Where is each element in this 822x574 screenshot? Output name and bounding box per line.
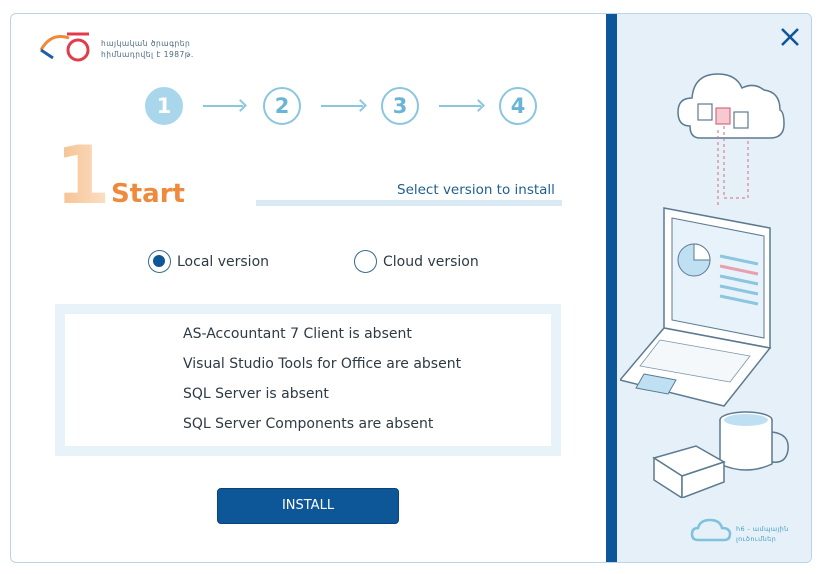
tagline-line-1: հայկական ծրագրեր [101, 39, 191, 48]
installer-window: հայկական ծրագրեր հիմնադրվել է 1987թ. 1 2… [10, 13, 812, 563]
install-button[interactable]: INSTALL [217, 488, 399, 524]
step-1: 1 [145, 87, 183, 125]
footer-line-2: լուծումներ [736, 535, 777, 543]
local-version-radio[interactable]: Local version [148, 250, 269, 273]
step-3: 3 [381, 87, 419, 125]
tagline-line-2: հիմնադրվել է 1987թ. [101, 50, 194, 59]
step-arrow-icon [439, 105, 481, 107]
component-status-list: AS-Accountant 7 Client is absent Visual … [65, 314, 551, 446]
company-logo [39, 32, 90, 62]
status-line: AS-Accountant 7 Client is absent [183, 326, 412, 342]
radio-unselected-icon[interactable] [354, 250, 377, 273]
local-version-label: Local version [177, 253, 270, 270]
sidebar-panel: հ6 - ամպային լուծումներ [606, 14, 811, 562]
status-line: SQL Server Components are absent [183, 416, 434, 432]
footer-prefix: հ6 - [736, 525, 751, 533]
step-number: 1 [55, 129, 111, 222]
sidebar-stripe [606, 14, 617, 562]
step-2: 2 [263, 87, 301, 125]
footer-line-1: ամպային [752, 525, 789, 533]
step-arrow-icon [321, 105, 363, 107]
cloud-version-label: Cloud version [383, 253, 479, 270]
step-title: Start [111, 179, 185, 209]
component-status-panel: AS-Accountant 7 Client is absent Visual … [55, 304, 561, 456]
close-icon[interactable] [779, 26, 801, 48]
step-arrow-icon [203, 105, 243, 107]
company-tagline: հայկական ծրագրեր հիմնադրվել է 1987թ. [101, 38, 194, 60]
cloud-version-radio[interactable]: Cloud version [354, 250, 479, 273]
subtitle-underline [256, 200, 562, 206]
step-4: 4 [499, 87, 537, 125]
step-subtitle: Select version to install [397, 182, 555, 198]
status-line: SQL Server is absent [183, 386, 329, 402]
cloud-logo-icon [690, 518, 732, 542]
status-line: Visual Studio Tools for Office are absen… [183, 356, 462, 372]
footer-tagline: հ6 - ամպային լուծումներ [736, 524, 789, 544]
laptop-cloud-illustration [620, 73, 789, 498]
radio-selected-icon[interactable] [148, 250, 171, 273]
